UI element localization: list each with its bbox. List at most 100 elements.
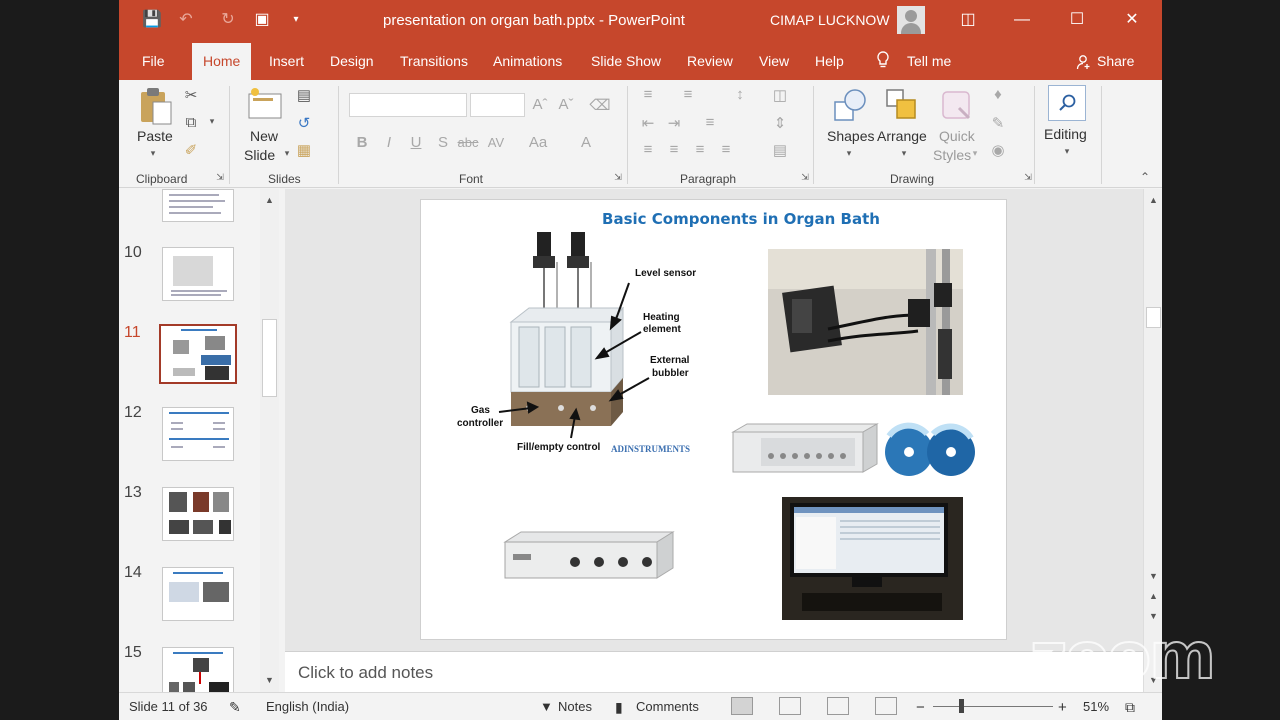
share-button[interactable]: Share xyxy=(1097,53,1134,69)
tab-view[interactable]: View xyxy=(759,53,789,69)
slide-thumbnail[interactable] xyxy=(162,407,234,461)
tab-review[interactable]: Review xyxy=(687,53,733,69)
shape-effects-icon[interactable]: ◉ xyxy=(987,141,1009,159)
decrease-indent-icon[interactable]: ⇤ xyxy=(637,114,659,132)
slide-sorter-icon[interactable] xyxy=(779,697,801,715)
format-painter-icon[interactable]: ✐ xyxy=(180,141,202,159)
slide-thumbnail[interactable] xyxy=(162,189,234,222)
scrollbar-thumb[interactable] xyxy=(262,319,277,397)
bullets-icon[interactable]: ≡ xyxy=(637,86,659,103)
paste-button[interactable]: Paste xyxy=(137,128,173,144)
clear-format-icon[interactable]: ⌫ xyxy=(589,96,611,114)
customize-icon[interactable]: ▾ xyxy=(285,10,307,30)
notes-toggle-button[interactable]: Notes xyxy=(558,699,592,714)
zoom-slider-track[interactable] xyxy=(933,706,1053,707)
maximize-icon[interactable]: ☐ xyxy=(1054,0,1100,40)
tab-file[interactable]: File xyxy=(142,53,165,69)
tell-me-search[interactable]: Tell me xyxy=(907,53,951,69)
line-spacing-icon[interactable]: ↕ xyxy=(729,86,751,103)
quick-styles-button[interactable]: Quick xyxy=(939,128,975,144)
fit-to-window-icon[interactable]: ⧉ xyxy=(1125,699,1135,716)
shape-fill-icon[interactable]: ♦ xyxy=(987,86,1009,103)
slide-thumbnail[interactable] xyxy=(162,487,234,541)
slide-thumbnail[interactable] xyxy=(162,647,234,692)
normal-view-icon[interactable] xyxy=(731,697,753,715)
undo-icon[interactable]: ↶ xyxy=(175,10,197,30)
slide-thumbnail-selected[interactable] xyxy=(159,324,237,384)
minimize-icon[interactable]: — xyxy=(999,0,1045,40)
paste-dropdown-icon[interactable]: ▾ xyxy=(142,148,164,159)
notes-placeholder[interactable]: Click to add notes xyxy=(298,663,433,683)
new-slide-button[interactable]: New xyxy=(250,128,278,144)
layout-icon[interactable]: ▤ xyxy=(293,86,315,104)
redo-icon[interactable]: ↻ xyxy=(217,10,239,30)
scrollbar-thumb[interactable] xyxy=(1146,307,1161,328)
avatar[interactable] xyxy=(897,6,925,34)
decrease-font-icon[interactable]: Aˇ xyxy=(555,96,577,113)
new-slide-button-2[interactable]: Slide xyxy=(244,147,275,163)
present-from-start-icon[interactable]: ▣ xyxy=(251,10,273,30)
scroll-down-icon[interactable]: ▼ xyxy=(262,675,277,685)
slide-thumbnail[interactable] xyxy=(162,247,234,301)
shapes-button[interactable]: Shapes xyxy=(827,128,874,144)
ribbon-display-icon[interactable]: ◫ xyxy=(945,0,991,40)
spell-check-icon[interactable]: ✎ xyxy=(229,699,241,716)
save-icon[interactable]: 💾 xyxy=(141,10,163,30)
tab-animations[interactable]: Animations xyxy=(493,53,562,69)
reset-icon[interactable]: ↺ xyxy=(293,114,315,132)
thumbnails-scrollbar[interactable]: ▲ ▼ xyxy=(260,189,279,692)
editing-button[interactable]: Editing xyxy=(1044,126,1087,142)
font-name-combo[interactable] xyxy=(349,93,467,117)
align-left-icon[interactable]: ≡ xyxy=(637,141,659,158)
editing-dropdown-icon[interactable]: ▾ xyxy=(1056,146,1078,157)
quick-styles-icon[interactable] xyxy=(937,86,975,124)
comments-icon[interactable]: ▮ xyxy=(615,699,623,716)
align-center-icon[interactable]: ≡ xyxy=(663,141,685,158)
tab-transitions[interactable]: Transitions xyxy=(400,53,468,69)
new-slide-icon[interactable] xyxy=(247,86,283,122)
smartart-icon[interactable]: ▤ xyxy=(769,141,791,159)
notes-toggle-icon[interactable]: ▼ xyxy=(540,699,553,714)
shadow-button[interactable]: S xyxy=(432,134,454,151)
quick-styles-dropdown-icon[interactable]: ▾ xyxy=(964,148,986,159)
zoom-in-icon[interactable]: + xyxy=(1058,699,1067,716)
tab-slide-show[interactable]: Slide Show xyxy=(591,53,661,69)
strikethrough-button[interactable]: abc xyxy=(457,135,479,150)
arrange-button[interactable]: Arrange xyxy=(877,128,927,144)
reading-view-icon[interactable] xyxy=(827,697,849,715)
previous-slide-icon[interactable]: ▲ xyxy=(1146,591,1161,601)
zoom-slider-thumb[interactable] xyxy=(959,699,964,713)
close-icon[interactable]: ✕ xyxy=(1109,0,1155,40)
font-size-combo[interactable] xyxy=(470,93,525,117)
align-text-icon[interactable]: ⇕ xyxy=(769,114,791,132)
shape-outline-icon[interactable]: ✎ xyxy=(987,114,1009,132)
arrange-dropdown-icon[interactable]: ▾ xyxy=(893,148,915,159)
columns-icon[interactable]: ◫ xyxy=(769,86,791,104)
editing-icon-frame[interactable] xyxy=(1048,85,1086,121)
clipboard-launcher-icon[interactable]: ⇲ xyxy=(209,172,231,183)
increase-indent-icon[interactable]: ⇥ xyxy=(663,114,685,132)
user-name[interactable]: CIMAP LUCKNOW xyxy=(770,12,890,28)
change-case-button[interactable]: Aa xyxy=(527,134,549,151)
collapse-ribbon-icon[interactable]: ⌃ xyxy=(1134,170,1156,184)
arrange-icon[interactable] xyxy=(883,86,921,124)
tab-help[interactable]: Help xyxy=(815,53,844,69)
scroll-down-icon[interactable]: ▼ xyxy=(1146,571,1161,581)
tab-home[interactable]: Home xyxy=(192,43,252,80)
language-indicator[interactable]: English (India) xyxy=(266,699,349,714)
text-direction-icon[interactable]: ≡ xyxy=(699,114,721,131)
underline-button[interactable]: U xyxy=(405,134,427,151)
align-right-icon[interactable]: ≡ xyxy=(689,141,711,158)
numbering-icon[interactable]: ≡ xyxy=(677,86,699,103)
bold-button[interactable]: B xyxy=(351,134,373,151)
slide-canvas[interactable]: Basic Components in Organ Bath Level sen… xyxy=(420,199,1007,640)
scroll-up-icon[interactable]: ▲ xyxy=(1146,195,1161,205)
zoom-out-icon[interactable]: − xyxy=(916,699,925,716)
font-color-button[interactable]: A xyxy=(575,134,597,151)
scroll-up-icon[interactable]: ▲ xyxy=(262,195,277,205)
drawing-launcher-icon[interactable]: ⇲ xyxy=(1017,172,1039,183)
copy-icon[interactable]: ⧉ xyxy=(180,114,202,131)
paste-icon[interactable] xyxy=(139,86,173,126)
zoom-level[interactable]: 51% xyxy=(1083,699,1109,714)
cut-icon[interactable]: ✂ xyxy=(180,86,202,104)
